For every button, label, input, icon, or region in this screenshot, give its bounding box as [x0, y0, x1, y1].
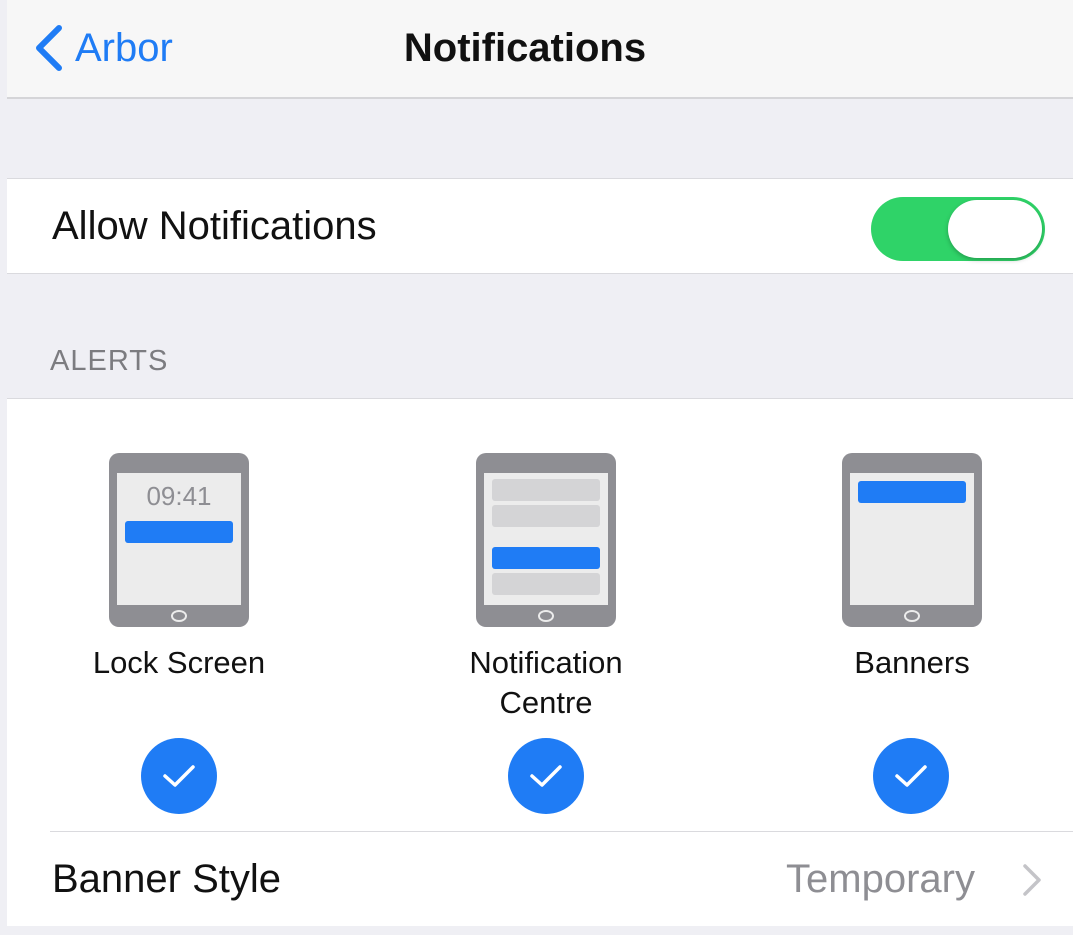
navigation-bar: Arbor Notifications	[7, 0, 1073, 99]
allow-notifications-label: Allow Notifications	[52, 203, 377, 248]
checkmark-icon	[163, 765, 195, 787]
checkmark-icon	[530, 765, 562, 787]
banner-style-label: Banner Style	[52, 857, 282, 901]
alert-option-label: Lock Screen	[92, 645, 266, 680]
alert-option-banners[interactable]: Banners	[762, 453, 1062, 723]
alerts-panel: 09:41 Lock Screen Notification Centre Ba…	[7, 398, 1073, 926]
banners-checkmark[interactable]	[873, 738, 949, 814]
allow-notifications-toggle[interactable]	[871, 197, 1045, 261]
alert-option-lock-screen[interactable]: 09:41 Lock Screen	[29, 453, 329, 723]
chevron-right-icon	[1023, 864, 1041, 896]
alerts-section-header: ALERTS	[50, 345, 169, 377]
banners-phone-icon	[842, 453, 982, 627]
toggle-knob	[948, 200, 1042, 258]
alert-option-notification-centre[interactable]: Notification Centre	[396, 453, 696, 723]
alert-option-label: Notification Centre	[469, 645, 623, 720]
alert-option-label: Banners	[854, 645, 970, 680]
banner-style-row[interactable]: Banner Style Temporary	[7, 832, 1073, 927]
allow-notifications-row: Allow Notifications	[7, 178, 1073, 274]
notification-centre-checkmark[interactable]	[508, 738, 584, 814]
banner-style-value: Temporary	[786, 857, 975, 901]
page-title: Notifications	[403, 26, 647, 70]
checkmark-icon	[895, 765, 927, 787]
lock-screen-phone-icon: 09:41	[109, 453, 249, 627]
lock-screen-checkmark[interactable]	[141, 738, 217, 814]
notification-centre-phone-icon	[476, 453, 616, 627]
lock-screen-clock: 09:41	[146, 481, 212, 511]
